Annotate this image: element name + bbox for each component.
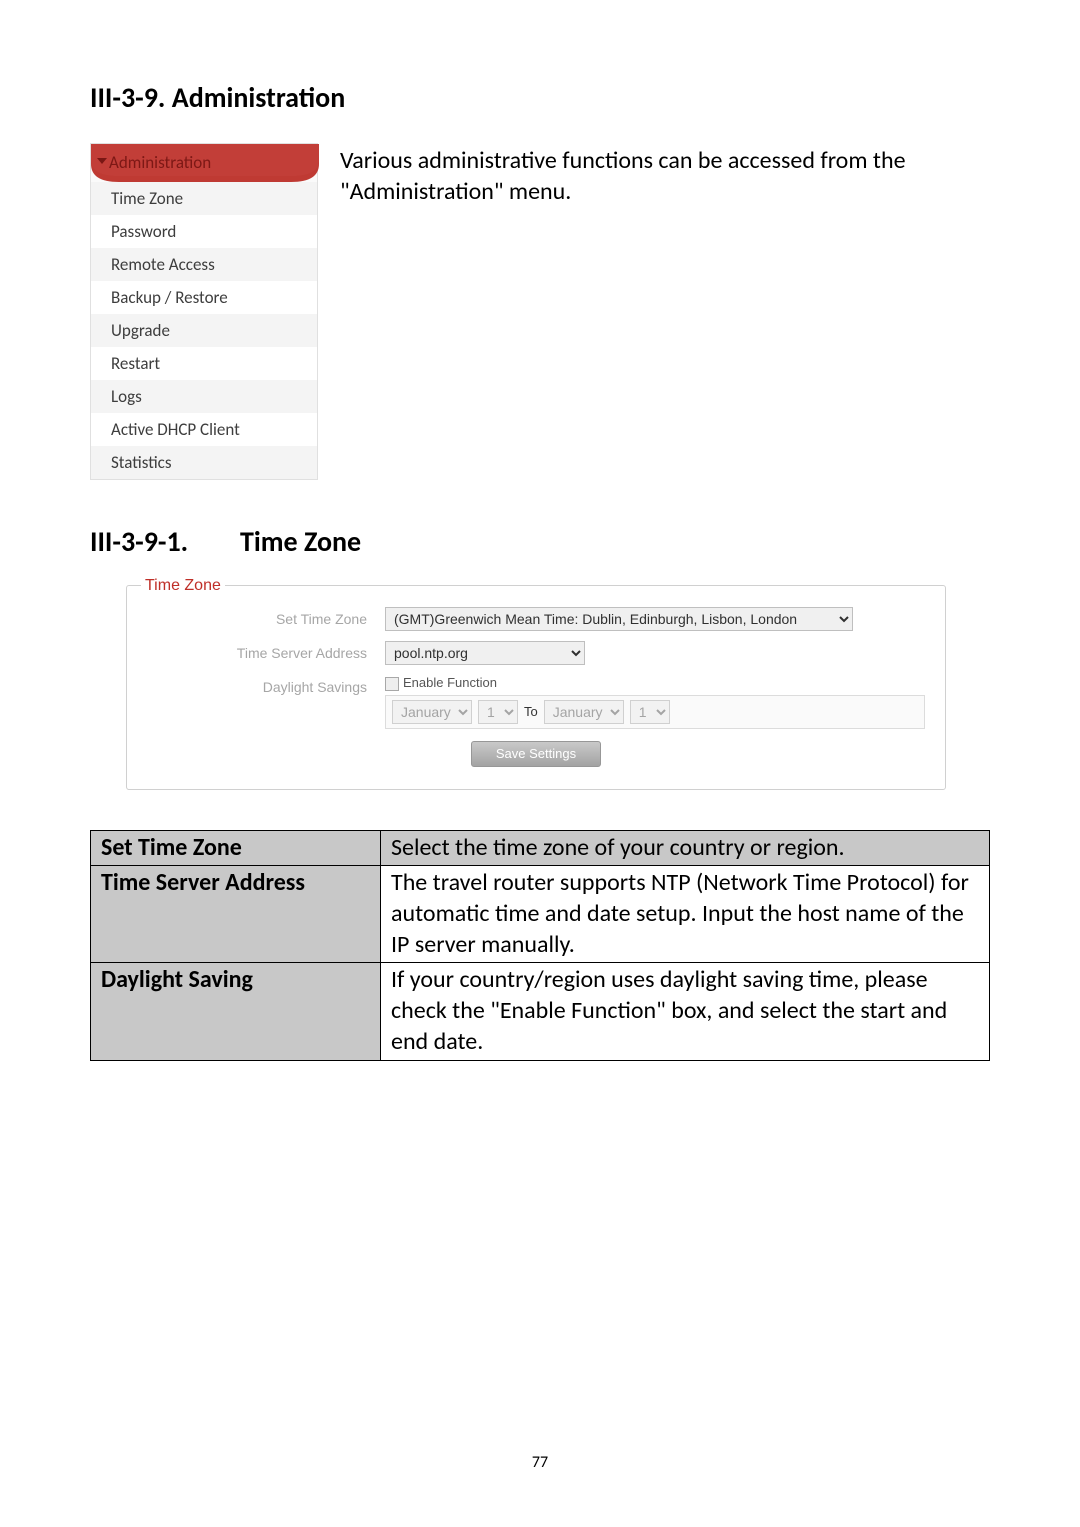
section-heading-index: III-3-9-1. (90, 524, 240, 559)
section-heading-title: Time Zone (240, 524, 361, 559)
description-table: Set Time Zone Select the time zone of yo… (90, 830, 990, 1061)
daylight-to-day-select[interactable]: 1 (630, 700, 670, 724)
section-heading-admin: III-3-9. Administration (90, 80, 990, 115)
table-val: Select the time zone of your country or … (381, 830, 990, 866)
time-zone-panel: Time Zone Set Time Zone (GMT)Greenwich M… (126, 585, 946, 790)
table-key: Time Server Address (91, 866, 381, 963)
time-server-select[interactable]: pool.ntp.org (385, 641, 585, 665)
daylight-from-day-select[interactable]: 1 (478, 700, 518, 724)
page-number: 77 (0, 1453, 1080, 1472)
time-server-label: Time Server Address (147, 641, 385, 661)
save-settings-button[interactable]: Save Settings (471, 741, 601, 767)
set-time-zone-label: Set Time Zone (147, 607, 385, 627)
table-val: The travel router supports NTP (Network … (381, 866, 990, 963)
admin-nav-header[interactable]: Administration (91, 144, 317, 182)
table-val: If your country/region uses daylight sav… (381, 963, 990, 1060)
daylight-to-label: To (524, 704, 538, 719)
intro-paragraph: Various administrative functions can be … (340, 143, 990, 480)
admin-nav-panel: Administration Time Zone Password Remote… (90, 143, 318, 480)
sidebar-item-remote-access[interactable]: Remote Access (91, 248, 317, 281)
sidebar-item-active-dhcp[interactable]: Active DHCP Client (91, 413, 317, 446)
sidebar-item-logs[interactable]: Logs (91, 380, 317, 413)
table-key: Set Time Zone (91, 830, 381, 866)
sidebar-item-restart[interactable]: Restart (91, 347, 317, 380)
set-time-zone-select[interactable]: (GMT)Greenwich Mean Time: Dublin, Edinbu… (385, 607, 853, 631)
sidebar-item-password[interactable]: Password (91, 215, 317, 248)
admin-nav-header-label: Administration (109, 144, 211, 182)
enable-function-checkbox[interactable] (385, 677, 399, 691)
time-zone-legend: Time Zone (141, 577, 225, 595)
daylight-from-month-select[interactable]: January (392, 700, 472, 724)
enable-function-label: Enable Function (403, 675, 497, 690)
sidebar-item-upgrade[interactable]: Upgrade (91, 314, 317, 347)
sidebar-item-backup-restore[interactable]: Backup / Restore (91, 281, 317, 314)
section-heading-time-zone: III-3-9-1.Time Zone (90, 524, 990, 559)
sidebar-item-time-zone[interactable]: Time Zone (91, 182, 317, 215)
chevron-down-icon (97, 158, 107, 164)
daylight-savings-label: Daylight Savings (147, 675, 385, 695)
sidebar-item-statistics[interactable]: Statistics (91, 446, 317, 479)
table-key: Daylight Saving (91, 963, 381, 1060)
daylight-to-month-select[interactable]: January (544, 700, 624, 724)
